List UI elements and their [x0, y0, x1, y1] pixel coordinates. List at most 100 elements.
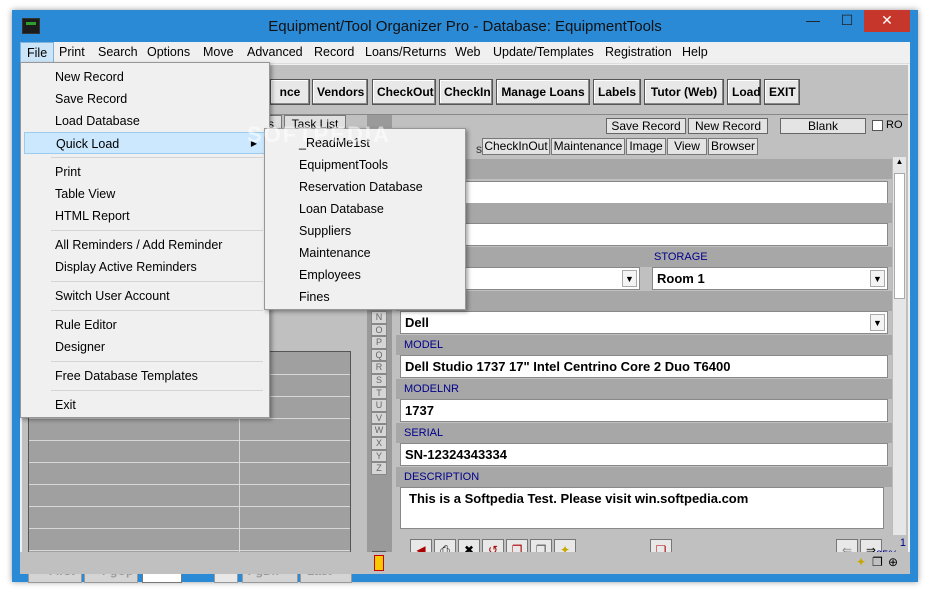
tab-checkinout[interactable]: CheckInOut — [482, 138, 550, 155]
menu-separator — [51, 157, 263, 158]
menu-separator — [51, 310, 263, 311]
menu-move[interactable]: Move — [203, 45, 234, 59]
alpha-o[interactable]: O — [371, 323, 387, 337]
storage-label: STORAGE — [654, 251, 708, 263]
menu-loans-returns[interactable]: Loans/Returns — [365, 45, 446, 59]
tab-view[interactable]: View — [667, 138, 707, 155]
menu-item-html-report[interactable]: HTML Report — [24, 205, 264, 227]
lock-icon[interactable]: ⊕ — [888, 555, 898, 569]
alpha-s[interactable]: S — [371, 373, 387, 387]
quick-load-employees[interactable]: Employees — [268, 264, 462, 286]
model-field[interactable]: Dell Studio 1737 17" Intel Centrino Core… — [400, 355, 888, 378]
menu-record[interactable]: Record — [314, 45, 354, 59]
menu-item-quick-load[interactable]: Quick Load ▶ — [24, 132, 266, 154]
close-button[interactable]: ✕ — [864, 10, 910, 32]
menu-item-switch-user-account[interactable]: Switch User Account — [24, 285, 264, 307]
tab-browser[interactable]: Browser — [708, 138, 758, 155]
chevron-down-icon[interactable]: ▼ — [870, 270, 885, 287]
modelnr-field[interactable]: 1737 — [400, 399, 888, 422]
alpha-y[interactable]: Y — [371, 449, 387, 463]
menu-item-save-record[interactable]: Save Record — [24, 88, 264, 110]
alpha-v[interactable]: V — [371, 411, 387, 425]
quick-load-fines[interactable]: Fines — [268, 286, 462, 308]
menu-item-print[interactable]: Print — [24, 161, 264, 183]
alpha-x[interactable]: X — [371, 436, 387, 450]
tab-maintenance[interactable]: Maintenance — [551, 138, 625, 155]
form-scrollbar[interactable]: ▲ — [892, 157, 906, 567]
menu-file[interactable]: File — [20, 42, 55, 63]
storage-select[interactable]: Room 1 ▼ — [652, 267, 888, 290]
toolbar-tutor-web-button[interactable]: Tutor (Web) — [644, 79, 724, 105]
new-record-button[interactable]: New Record — [688, 118, 768, 134]
menu-item-load-database[interactable]: Load Database — [24, 110, 264, 132]
storage-value: Room 1 — [657, 271, 705, 286]
toolbar-exit-button[interactable]: EXIT — [764, 79, 800, 105]
menu-registration[interactable]: Registration — [605, 45, 672, 59]
quick-load-maintenance[interactable]: Maintenance — [268, 242, 462, 264]
toolbar-maintenance-button[interactable]: nce — [270, 79, 310, 105]
quick-load-submenu: _ReadMe1st EquipmentTools Reservation Da… — [264, 128, 466, 310]
alpha-u[interactable]: U — [371, 399, 387, 412]
toolbar-load-button[interactable]: Load — [727, 79, 761, 105]
document-icon[interactable]: ❐ — [872, 555, 883, 569]
modelnr-label: MODELNR — [396, 379, 892, 399]
quick-load-equipmenttools[interactable]: EquipmentTools — [268, 154, 462, 176]
toolbar-checkin-button[interactable]: CheckIn — [439, 79, 493, 105]
alpha-t[interactable]: T — [371, 386, 387, 400]
quick-load-reservation-database[interactable]: Reservation Database — [268, 176, 462, 198]
quick-load-loan-database[interactable]: Loan Database — [268, 198, 462, 220]
title-bar: Equipment/Tool Organizer Pro - Database:… — [12, 10, 918, 42]
minimize-button[interactable]: — — [796, 10, 830, 32]
record-form: quipment STORAGE ▼ Room 1 ▼ Dell ▼ MODEL D… — [396, 157, 892, 567]
alpha-w[interactable]: W — [371, 424, 387, 437]
alpha-z[interactable]: Z — [371, 462, 387, 475]
save-record-button[interactable]: Save Record — [606, 118, 686, 134]
menu-item-rule-editor[interactable]: Rule Editor — [24, 314, 264, 336]
chevron-down-icon[interactable]: ▼ — [870, 314, 885, 331]
menu-web[interactable]: Web — [455, 45, 480, 59]
manufacturer-select[interactable]: Dell ▼ — [400, 311, 888, 334]
quick-load-label: Quick Load — [56, 137, 120, 151]
alpha-q[interactable]: Q — [371, 348, 387, 362]
menu-update-templates[interactable]: Update/Templates — [493, 45, 594, 59]
splitter-handle[interactable] — [374, 555, 384, 571]
toolbar-labels-button[interactable]: Labels — [593, 79, 641, 105]
readonly-checkbox[interactable] — [872, 120, 883, 131]
menu-help[interactable]: Help — [682, 45, 708, 59]
chevron-down-icon[interactable]: ▼ — [622, 270, 637, 287]
lightbulb-status-icon[interactable]: ✦ — [856, 555, 866, 569]
toolbar-manage-loans-button[interactable]: Manage Loans — [496, 79, 590, 105]
maximize-button[interactable]: ☐ — [830, 10, 864, 32]
blank-button[interactable]: Blank — [780, 118, 866, 134]
menu-options[interactable]: Options — [147, 45, 190, 59]
alpha-p[interactable]: P — [371, 336, 387, 349]
menu-item-all-reminders[interactable]: All Reminders / Add Reminder — [24, 234, 264, 256]
serial-field[interactable]: SN-12324343334 — [400, 443, 888, 466]
menu-print[interactable]: Print — [59, 45, 85, 59]
description-field[interactable]: This is a Softpedia Test. Please visit w… — [400, 487, 884, 529]
subcategory-field[interactable] — [400, 223, 888, 246]
menu-item-display-active-reminders[interactable]: Display Active Reminders — [24, 256, 264, 278]
alpha-n[interactable]: N — [371, 311, 387, 324]
tab-image[interactable]: Image — [626, 138, 666, 155]
category-label — [396, 159, 892, 179]
toolbar-checkout-button[interactable]: CheckOut — [372, 79, 436, 105]
menu-search[interactable]: Search — [98, 45, 138, 59]
menu-advanced[interactable]: Advanced — [247, 45, 303, 59]
manufacturer-label — [396, 291, 892, 311]
category-field[interactable]: quipment — [400, 181, 888, 204]
location-storage-label-row: STORAGE — [396, 247, 892, 267]
menu-item-table-view[interactable]: Table View — [24, 183, 264, 205]
menu-item-new-record[interactable]: New Record — [24, 66, 264, 88]
menu-item-designer[interactable]: Designer — [24, 336, 264, 358]
scroll-thumb[interactable] — [894, 173, 905, 299]
window-title: Equipment/Tool Organizer Pro - Database:… — [268, 18, 662, 35]
alpha-r[interactable]: R — [371, 361, 387, 374]
scroll-up-icon[interactable]: ▲ — [893, 157, 906, 171]
menu-item-exit[interactable]: Exit — [24, 394, 264, 416]
menu-item-free-database-templates[interactable]: Free Database Templates — [24, 365, 264, 387]
quick-load-suppliers[interactable]: Suppliers — [268, 220, 462, 242]
toolbar-vendors-button[interactable]: Vendors — [312, 79, 368, 105]
watermark: SOFTPEDIA — [247, 122, 391, 147]
app-window: Equipment/Tool Organizer Pro - Database:… — [12, 10, 918, 583]
